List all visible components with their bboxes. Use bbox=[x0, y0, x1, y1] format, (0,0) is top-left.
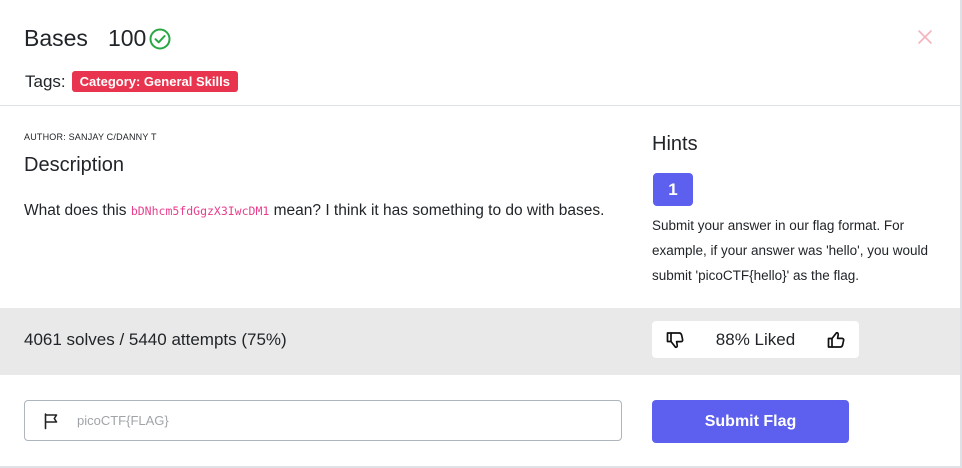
thumbs-down-icon[interactable] bbox=[665, 330, 685, 350]
submit-flag-button[interactable]: Submit Flag bbox=[652, 400, 849, 443]
solves-count: 4061 solves / 5440 attempts (75%) bbox=[24, 330, 287, 349]
modal-body: AUTHOR: SANJAY C/DANNY T Description Wha… bbox=[0, 107, 960, 308]
hints-heading: Hints bbox=[652, 133, 698, 155]
description-text-before: What does this bbox=[24, 202, 131, 219]
flag-input[interactable] bbox=[77, 413, 577, 428]
author-label: AUTHOR: SANJAY C/DANNY T bbox=[24, 132, 157, 142]
description-text: What does this bDNhcm5fdGgzX3IwcDM1 mean… bbox=[24, 196, 624, 226]
liked-percentage: 88% Liked bbox=[715, 329, 796, 349]
close-icon[interactable] bbox=[916, 28, 934, 46]
encoded-string: bDNhcm5fdGgzX3IwcDM1 bbox=[130, 204, 270, 218]
title-row: Bases 100 bbox=[24, 25, 172, 52]
flag-icon bbox=[42, 412, 60, 430]
modal-header: Bases 100 Tags: Category: General Skills bbox=[0, 0, 960, 106]
challenge-modal: Bases 100 Tags: Category: General Skills… bbox=[0, 0, 962, 468]
challenge-points: 100 bbox=[107, 25, 147, 51]
thumbs-up-icon[interactable] bbox=[826, 330, 846, 350]
challenge-title: Bases bbox=[24, 25, 88, 51]
flag-input-wrapper[interactable] bbox=[24, 400, 622, 441]
description-text-after: mean? I think it has something to do wit… bbox=[269, 202, 605, 219]
stats-bar: 4061 solves / 5440 attempts (75%) 88% Li… bbox=[0, 308, 960, 375]
description-heading: Description bbox=[24, 154, 125, 176]
hint-1-button[interactable]: 1 bbox=[653, 173, 693, 206]
check-circle-icon bbox=[148, 27, 172, 51]
tags-label: Tags: bbox=[25, 71, 66, 91]
category-tag[interactable]: Category: General Skills bbox=[71, 71, 238, 92]
hint-text: Submit your answer in our flag format. F… bbox=[652, 218, 929, 283]
flag-submit-area: Submit Flag bbox=[0, 375, 960, 466]
like-box: 88% Liked bbox=[652, 321, 859, 358]
tags-row: Tags: Category: General Skills bbox=[25, 71, 238, 92]
